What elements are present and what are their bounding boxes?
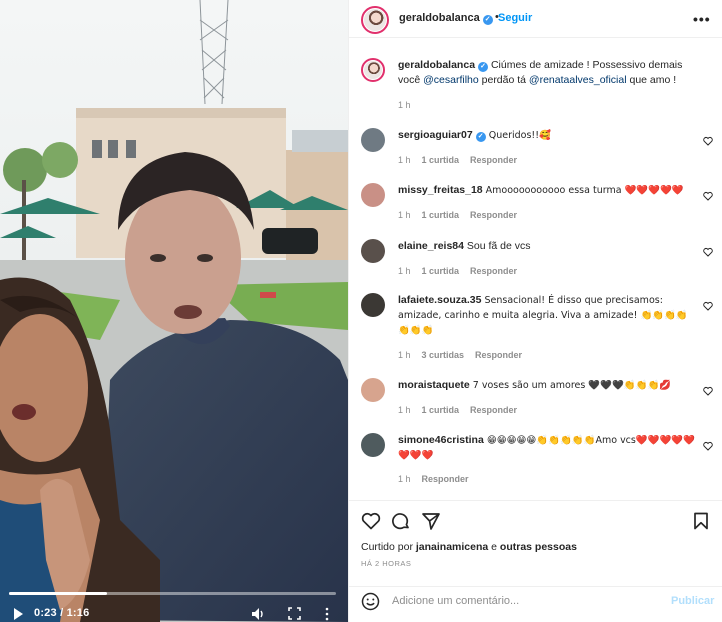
- follow-button[interactable]: Seguir: [498, 12, 532, 24]
- comment-meta: 1 h1 curtida Responder: [398, 405, 518, 415]
- post-time: HÁ 2 HORAS: [361, 559, 412, 568]
- reply-button[interactable]: Responder: [470, 266, 517, 276]
- bookmark-icon[interactable]: [691, 511, 711, 531]
- comment-username[interactable]: sergioaguiar07 ✓: [398, 129, 486, 142]
- comment-avatar[interactable]: [361, 433, 385, 457]
- verified-badge-icon: ✓: [478, 62, 489, 72]
- reply-button[interactable]: Responder: [475, 350, 522, 360]
- caption-text: geraldobalanca ✓ Ciúmes de amizade ! Poss…: [398, 59, 683, 86]
- post-header: geraldobalanca ✓ • Seguir •••: [349, 0, 722, 38]
- author-avatar[interactable]: [361, 6, 389, 34]
- caption-username[interactable]: geraldobalanca ✓: [398, 59, 489, 72]
- reply-button[interactable]: Responder: [470, 210, 517, 220]
- comment-likes[interactable]: 1 curtida: [422, 266, 460, 276]
- volume-icon[interactable]: [251, 607, 265, 621]
- mention-link[interactable]: @cesarfilho: [423, 74, 479, 86]
- post-side-panel: geraldobalanca ✓ • Seguir ••• geraldobala…: [348, 0, 722, 622]
- liked-by: Curtido por janainamicena e outras pesso…: [361, 541, 577, 553]
- reply-button[interactable]: Responder: [422, 474, 469, 484]
- caption-meta: 1 h: [398, 100, 411, 110]
- video-progress-bar[interactable]: [9, 592, 336, 595]
- comment-username[interactable]: simone46cristina: [398, 434, 484, 446]
- comment-text: elaine_reis84 Sou fã de vcs: [398, 240, 531, 252]
- comment-meta: 1 h1 curtida Responder: [398, 210, 518, 220]
- instagram-post: 0:23 / 1:16 geraldobalanca ✓ • Seguir •••…: [0, 0, 722, 622]
- comment-text: missy_freitas_18 Amooooooooooo essa turm…: [398, 184, 684, 196]
- comment-avatar[interactable]: [361, 183, 385, 207]
- caption-avatar[interactable]: [361, 58, 385, 82]
- add-comment-bar: Publicar: [349, 586, 722, 622]
- comment-text: sergioaguiar07 ✓ Queridos!!🥰: [398, 129, 551, 142]
- comment-username[interactable]: missy_freitas_18: [398, 184, 483, 196]
- verified-badge-icon: ✓: [475, 132, 486, 142]
- comment-meta: 1 h3 curtidas Responder: [398, 350, 523, 360]
- comments-section: geraldobalanca ✓ Ciúmes de amizade ! Poss…: [349, 38, 722, 500]
- comment-meta: 1 h1 curtida Responder: [398, 155, 518, 165]
- publish-button[interactable]: Publicar: [671, 595, 714, 607]
- comment-input[interactable]: [392, 591, 662, 611]
- mention-link[interactable]: @renataalves_oficial: [529, 74, 627, 86]
- heart-icon[interactable]: [703, 301, 713, 311]
- comment-username[interactable]: lafaiete.souza.35: [398, 294, 481, 306]
- video-controls-row: 0:23 / 1:16: [0, 607, 348, 622]
- video-player[interactable]: 0:23 / 1:16: [0, 0, 348, 622]
- comment-avatar[interactable]: [361, 128, 385, 152]
- comment-meta: 1 h1 curtida Responder: [398, 266, 518, 276]
- comment-avatar[interactable]: [361, 378, 385, 402]
- verified-badge-icon: ✓: [482, 15, 493, 25]
- reply-button[interactable]: Responder: [470, 405, 517, 415]
- like-heart-icon[interactable]: [361, 511, 381, 531]
- reply-button[interactable]: Responder: [470, 155, 517, 165]
- comment-text: simone46cristina 😁😁😁😁😁👏👏👏👏👏Amo vcs❤️❤️❤️…: [398, 434, 696, 461]
- smile-icon[interactable]: [361, 592, 380, 611]
- share-icon[interactable]: [421, 511, 441, 531]
- comment-likes[interactable]: 1 curtida: [422, 155, 460, 165]
- heart-icon[interactable]: [703, 386, 713, 396]
- comment-username[interactable]: elaine_reis84: [398, 240, 464, 252]
- video-time: 0:23 / 1:16: [34, 607, 90, 619]
- comment-avatar[interactable]: [361, 239, 385, 263]
- comment-likes[interactable]: 1 curtida: [422, 405, 460, 415]
- comment-likes[interactable]: 1 curtida: [422, 210, 460, 220]
- fullscreen-icon[interactable]: [288, 607, 301, 620]
- play-icon[interactable]: [12, 608, 24, 620]
- author-username[interactable]: geraldobalanca ✓: [399, 12, 493, 25]
- video-controls: 0:23 / 1:16: [0, 578, 348, 622]
- comment-icon[interactable]: [391, 511, 411, 531]
- comment-text: moraistaquete 7 voses são um amores 🖤🖤🖤👏…: [398, 379, 672, 391]
- liked-by-others[interactable]: outras pessoas: [500, 541, 577, 553]
- comment-likes[interactable]: 3 curtidas: [422, 350, 465, 360]
- comment-text: lafaiete.souza.35 Sensacional! É disso q…: [398, 294, 688, 336]
- post-actions: Curtido por janainamicena e outras pesso…: [349, 500, 722, 586]
- liked-by-user[interactable]: janainamicena: [416, 541, 488, 553]
- post-options-icon[interactable]: •••: [693, 11, 711, 27]
- comment-meta: 1 h Responder: [398, 474, 469, 484]
- more-options-icon[interactable]: [324, 607, 330, 621]
- comment-avatar[interactable]: [361, 293, 385, 317]
- heart-icon[interactable]: [703, 441, 713, 451]
- video-frame: [0, 0, 348, 622]
- heart-icon[interactable]: [703, 191, 713, 201]
- video-progress-fill: [9, 592, 108, 595]
- heart-icon[interactable]: [703, 247, 713, 257]
- heart-icon[interactable]: [703, 136, 713, 146]
- comment-username[interactable]: moraistaquete: [398, 379, 470, 391]
